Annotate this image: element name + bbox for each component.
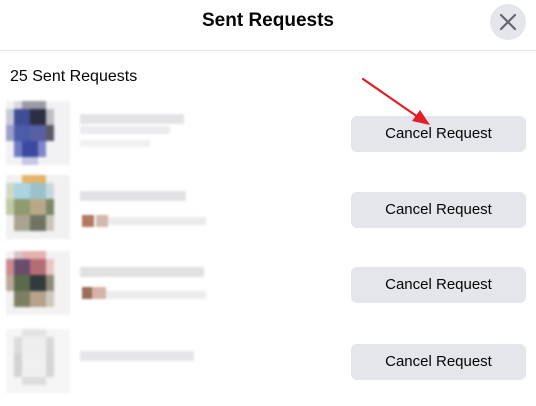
blurred-name[interactable] [78, 337, 218, 397]
avatar[interactable] [6, 329, 70, 393]
cancel-request-button[interactable]: Cancel Request [351, 267, 526, 303]
close-button[interactable] [490, 4, 526, 40]
avatar[interactable] [6, 175, 70, 239]
list-item: Cancel Request [0, 100, 536, 170]
close-icon [499, 13, 517, 31]
blurred-name[interactable] [78, 108, 218, 168]
list-item: Cancel Request [0, 327, 536, 397]
list-item: Cancel Request [0, 251, 536, 321]
sent-requests-count: 25 Sent Requests [10, 68, 138, 85]
blurred-name[interactable] [78, 257, 218, 317]
avatar[interactable] [6, 251, 70, 315]
cancel-request-button[interactable]: Cancel Request [351, 344, 526, 380]
list-item: Cancel Request [0, 175, 536, 245]
cancel-request-button[interactable]: Cancel Request [351, 116, 526, 152]
cancel-request-button[interactable]: Cancel Request [351, 192, 526, 228]
avatar[interactable] [6, 101, 70, 165]
blurred-name[interactable] [78, 181, 218, 241]
sent-requests-dialog: Sent Requests 25 Sent Requests Cancel Re… [0, 0, 536, 406]
dialog-title: Sent Requests [202, 10, 334, 31]
dialog-header: Sent Requests [0, 0, 536, 51]
